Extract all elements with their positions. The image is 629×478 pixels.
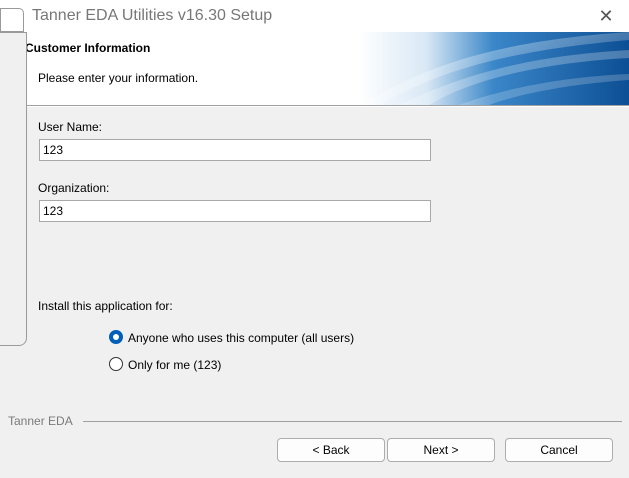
footer-divider [83,421,622,422]
organization-label: Organization: [38,181,110,195]
user-name-input[interactable] [39,139,431,161]
radio-only-me[interactable] [109,357,123,371]
radio-only-me-label[interactable]: Only for me (123) [128,358,221,372]
brand-label: Tanner EDA [8,414,73,428]
user-name-label: User Name: [38,120,103,134]
radio-all-users-label[interactable]: Anyone who uses this computer (all users… [128,331,354,345]
page-subtitle: Please enter your information. [38,71,199,85]
header-decoration [359,32,629,105]
background-window-edge [0,32,27,346]
close-icon[interactable]: ✕ [597,7,615,25]
organization-input[interactable] [39,200,431,222]
header-banner: Customer Information Please enter your i… [0,32,629,105]
window-title: Tanner EDA Utilities v16.30 Setup [32,7,273,24]
cancel-button[interactable]: Cancel [505,438,613,462]
header-divider-highlight [0,106,629,107]
install-for-label: Install this application for: [38,299,173,313]
title-bar: Tanner EDA Utilities v16.30 Setup ✕ [0,0,629,32]
next-button[interactable]: Next > [387,438,495,462]
back-button[interactable]: < Back [277,438,385,462]
page-title: Customer Information [25,41,151,55]
app-icon [0,8,24,32]
radio-all-users[interactable] [109,330,123,344]
